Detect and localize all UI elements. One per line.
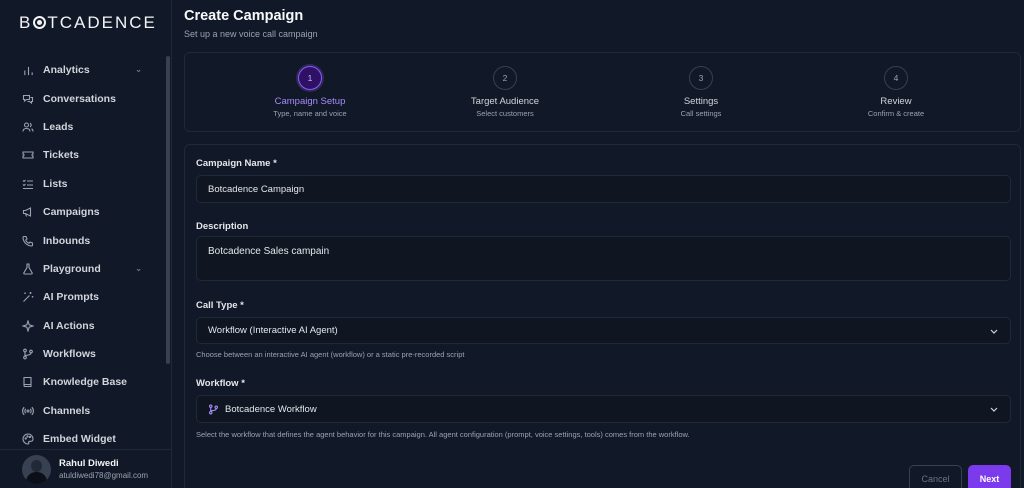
page-title: Create Campaign [184,8,304,24]
user-email: atuldiwedi78@gmail.com [59,471,149,480]
workflow-select[interactable]: Botcadence Workflow [196,395,1011,423]
list-icon [21,177,35,191]
campaign-name-input[interactable]: Botcadence Campaign [196,175,1011,203]
step-subtitle: Call settings [680,109,722,118]
step-number: 2 [493,66,517,90]
campaign-setup-form: Campaign Name * Botcadence Campaign Desc… [184,144,1021,488]
sidebar-item-label: Playground [43,262,101,275]
wand-icon [21,290,35,304]
ticket-icon [21,148,35,162]
user-name: Rahul Diwedi [59,458,119,469]
sidebar-item-label: Knowledge Base [43,376,128,389]
sidebar-item-campaigns[interactable]: Campaigns [0,198,164,226]
sparkle-icon [21,319,35,333]
sidebar-item-tickets[interactable]: Tickets [0,141,164,169]
sidebar-item-label: Campaigns [43,206,100,219]
sidebar-item-label: Conversations [43,92,116,105]
next-button[interactable]: Next [968,465,1011,488]
sidebar-item-label: Tickets [43,149,79,162]
cancel-button[interactable]: Cancel [909,465,962,488]
call-type-label: Call Type * [196,300,244,311]
step-review[interactable]: 4 Review Confirm & create [826,66,966,118]
sidebar-item-channels[interactable]: Channels [0,397,164,425]
sidebar-item-label: AI Actions [43,319,95,332]
sidebar-item-label: Workflows [43,348,96,361]
sidebar-item-workflows[interactable]: Workflows [0,340,164,368]
campaign-name-label: Campaign Name * [196,158,277,169]
sidebar: B TCADENCE Analytics ⌄ Conversations Lead… [0,0,172,488]
description-label: Description [196,221,249,232]
step-title: Settings [683,96,719,107]
book-icon [21,375,35,389]
campaign-stepper: 1 Campaign Setup Type, name and voice 2 … [184,52,1021,132]
chevron-down-icon[interactable]: ⌄ [135,65,142,74]
page-subtitle: Set up a new voice call campaign [184,29,318,39]
step-subtitle: Type, name and voice [273,109,347,118]
sidebar-item-label: Leads [43,120,74,133]
chevron-down-icon[interactable]: ⌄ [135,264,142,273]
call-type-select[interactable]: Workflow (Interactive AI Agent) [196,317,1011,344]
sidebar-item-ai-actions[interactable]: AI Actions [0,312,164,340]
sidebar-item-label: Embed Widget [43,433,116,446]
workflow-helper: Select the workflow that defines the age… [196,430,690,439]
workflow-value: Botcadence Workflow [225,403,317,415]
step-number: 4 [884,66,908,90]
workflow-icon [208,404,219,415]
step-subtitle: Select customers [476,109,534,118]
chevron-down-icon [990,326,998,336]
chevron-down-icon [990,404,998,414]
user-profile[interactable]: Rahul Diwedi atuldiwedi78@gmail.com [0,449,172,488]
users-icon [21,120,35,134]
flask-icon [21,262,35,276]
description-value: Botcadence Sales campain [208,246,330,257]
sidebar-item-label: AI Prompts [43,291,100,304]
sidebar-item-label: Lists [43,177,68,190]
chat-icon [21,92,35,106]
call-type-helper: Choose between an interactive AI agent (… [196,350,465,359]
campaign-name-value: Botcadence Campaign [208,183,305,195]
sidebar-item-conversations[interactable]: Conversations [0,84,164,112]
sidebar-scrollbar[interactable] [166,56,170,364]
call-type-value: Workflow (Interactive AI Agent) [208,325,338,336]
step-title: Review [880,96,912,107]
sidebar-item-ai-prompts[interactable]: AI Prompts [0,283,164,311]
avatar [22,454,51,484]
sidebar-item-playground[interactable]: Playground ⌄ [0,255,164,283]
megaphone-icon [21,205,35,219]
step-title: Campaign Setup [274,96,346,107]
step-target-audience[interactable]: 2 Target Audience Select customers [435,66,575,118]
sidebar-item-label: Channels [43,404,91,417]
sidebar-nav: Analytics ⌄ Conversations Leads Tickets … [0,56,164,453]
step-campaign-setup[interactable]: 1 Campaign Setup Type, name and voice [240,66,380,118]
step-number: 3 [689,66,713,90]
logo-text-right: TCADENCE [47,13,157,32]
brand-logo[interactable]: B TCADENCE [19,13,157,33]
step-number: 1 [298,66,322,90]
description-textarea[interactable]: Botcadence Sales campain [196,236,1011,281]
sidebar-item-analytics[interactable]: Analytics ⌄ [0,56,164,84]
sidebar-item-label: Analytics [43,64,90,77]
logo-gear-icon [33,16,47,29]
bar-chart-icon [21,63,35,77]
workflow-icon [21,347,35,361]
logo-text-left: B [19,13,33,32]
sidebar-item-label: Inbounds [43,234,91,247]
sidebar-item-inbounds[interactable]: Inbounds [0,226,164,254]
step-subtitle: Confirm & create [867,109,925,118]
sidebar-item-knowledge-base[interactable]: Knowledge Base [0,368,164,396]
phone-icon [21,234,35,248]
sidebar-item-lists[interactable]: Lists [0,170,164,198]
step-title: Target Audience [470,96,540,107]
workflow-label: Workflow * [196,378,245,389]
step-settings[interactable]: 3 Settings Call settings [631,66,771,118]
sidebar-item-leads[interactable]: Leads [0,113,164,141]
radio-icon [21,404,35,418]
palette-icon [21,432,35,446]
